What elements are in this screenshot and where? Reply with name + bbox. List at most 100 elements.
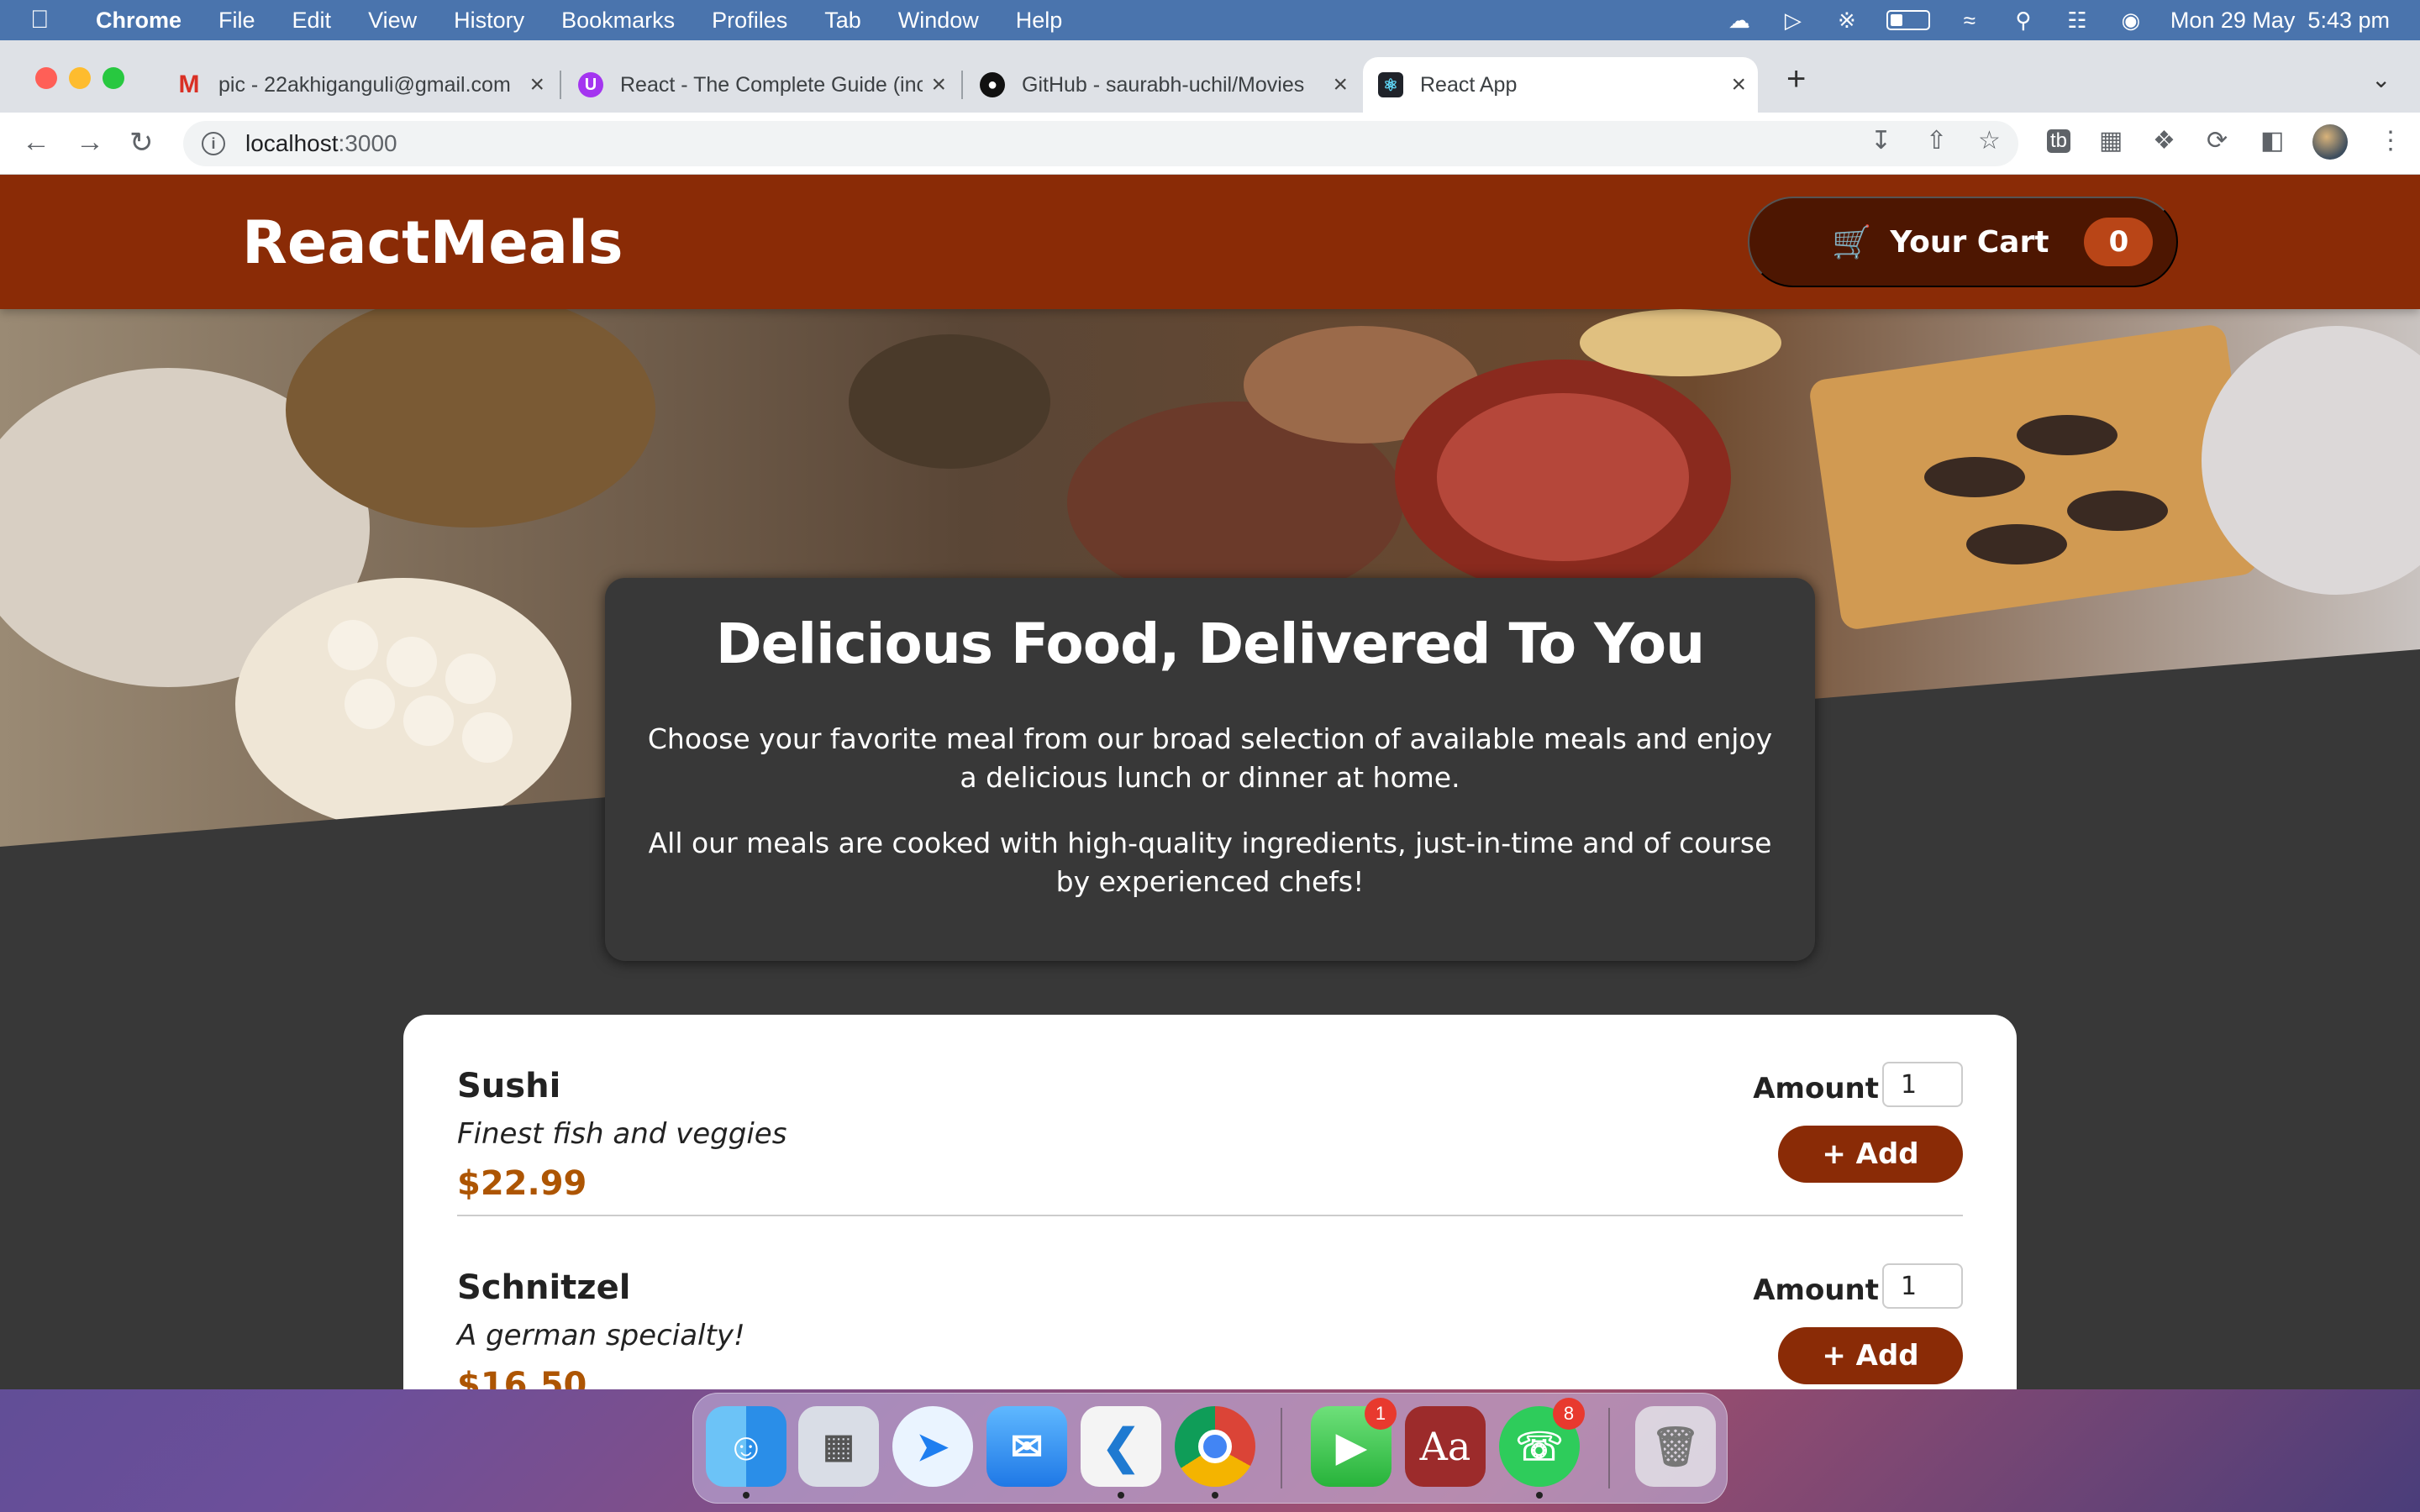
github-icon: ● [980, 72, 1005, 97]
menu-bookmarks[interactable]: Bookmarks [561, 8, 675, 34]
amount-label: Amount [1753, 1072, 1879, 1105]
tab-react-guide[interactable]: U React - The Complete Guide (incl × [563, 57, 958, 113]
wifi-icon[interactable]: ≈ [1955, 8, 1984, 33]
summary-text-1: Choose your favorite meal from our broad… [647, 722, 1773, 794]
meal-price: $22.99 [457, 1164, 587, 1203]
brand-title: ReactMeals [242, 208, 623, 277]
new-tab-button[interactable]: + [1786, 60, 1806, 98]
dock-separator [1608, 1408, 1610, 1488]
cart-count-badge: 0 [2084, 218, 2154, 266]
tab-title: GitHub - saurabh-uchil/Movies [1022, 72, 1305, 97]
menu-profiles[interactable]: Profiles [712, 8, 787, 34]
trash-icon[interactable]: 🗑 [1635, 1406, 1716, 1487]
extension-tb-icon[interactable]: tb [2047, 129, 2071, 153]
tab-title: pic - 22akhiganguli@gmail.com [218, 72, 511, 97]
add-to-cart-button[interactable]: + Add [1778, 1327, 1963, 1384]
tab-github[interactable]: ● GitHub - saurabh-uchil/Movies × [965, 57, 1360, 113]
meal-price: $16.50 [457, 1366, 587, 1389]
summary-title: Delicious Food, Delivered To You [715, 612, 1705, 676]
mail-icon[interactable]: ✉ [986, 1406, 1067, 1487]
chrome-menu-icon[interactable]: ⋮ [2378, 126, 2403, 155]
battery-icon[interactable] [1886, 10, 1930, 30]
meal-item: Sushi Finest fish and veggies $22.99 Amo… [457, 1015, 1963, 1216]
menu-history[interactable]: History [454, 8, 524, 34]
meal-description: A german specialty! [457, 1319, 745, 1352]
meals-summary: Delicious Food, Delivered To You Choose … [605, 578, 1815, 961]
minimize-window-button[interactable] [69, 67, 91, 89]
close-window-button[interactable] [35, 67, 57, 89]
close-tab-icon[interactable]: × [931, 71, 946, 99]
menu-edit[interactable]: Edit [292, 8, 332, 34]
cart-icon: 🛒 [1832, 223, 1872, 260]
amount-input[interactable] [1882, 1062, 1963, 1107]
extension-grid-icon[interactable]: ▦ [2099, 126, 2123, 155]
meal-name: Schnitzel [457, 1268, 631, 1307]
tab-separator [961, 71, 963, 99]
extension-refresh-icon[interactable]: ⟳ [2207, 126, 2228, 155]
menu-datetime[interactable]: Mon 29 May 5:43 pm [2170, 8, 2390, 34]
url-port: :3000 [338, 130, 397, 156]
site-info-icon[interactable]: i [202, 132, 225, 155]
url-host: localhost [245, 130, 339, 156]
close-tab-icon[interactable]: × [1333, 71, 1348, 99]
web-page: ReactMeals 🛒 Your Cart 0 Delicious Food,… [0, 175, 2420, 1389]
back-button[interactable]: ← [22, 126, 50, 159]
vscode-icon[interactable]: ❮ [1081, 1406, 1161, 1487]
gmail-icon: M [178, 71, 200, 98]
profile-avatar[interactable] [2312, 124, 2348, 160]
tab-separator [560, 71, 561, 99]
facetime-badge: 1 [1365, 1398, 1397, 1430]
running-indicator [743, 1492, 750, 1499]
menu-file[interactable]: File [218, 8, 255, 34]
control-center-icon[interactable]: ☷ [2063, 8, 2091, 33]
tab-search-chevron-icon[interactable]: ⌄ [2371, 66, 2391, 93]
safari-icon[interactable]: ➤ [892, 1406, 973, 1487]
amount-label: Amount [1753, 1273, 1879, 1307]
available-meals-card: Sushi Finest fish and veggies $22.99 Amo… [403, 1015, 2017, 1389]
play-icon[interactable]: ▷ [1779, 8, 1807, 33]
dock-separator [1281, 1408, 1282, 1488]
spotlight-search-icon[interactable]: ⚲ [2009, 8, 2038, 33]
apple-icon[interactable]:  [30, 6, 74, 34]
menu-app-name[interactable]: Chrome [96, 8, 182, 34]
dictionary-icon[interactable]: Aa [1405, 1406, 1486, 1487]
side-panel-icon[interactable]: ◧ [2260, 126, 2284, 155]
react-icon: ⚛ [1378, 72, 1403, 97]
add-to-cart-button[interactable]: + Add [1778, 1126, 1963, 1183]
address-bar[interactable]: i localhost:3000 [183, 121, 2018, 166]
zoom-window-button[interactable] [103, 67, 124, 89]
app-header: ReactMeals 🛒 Your Cart 0 [0, 175, 2420, 309]
share-icon[interactable]: ⇧ [1926, 126, 1947, 155]
mac-menu-bar:  Chrome File Edit View History Bookmark… [0, 0, 2420, 40]
tab-title: React - The Complete Guide (incl [620, 72, 923, 97]
reload-button[interactable]: ↻ [129, 126, 154, 160]
close-tab-icon[interactable]: × [1731, 71, 1746, 99]
forward-button[interactable]: → [76, 126, 104, 159]
tab-react-app[interactable]: ⚛ React App × [1363, 57, 1758, 113]
bookmark-star-icon[interactable]: ☆ [1978, 126, 2001, 155]
menu-tab[interactable]: Tab [824, 8, 861, 34]
chrome-icon[interactable] [1175, 1406, 1255, 1487]
extensions-puzzle-icon[interactable]: ❖ [2153, 126, 2175, 155]
cart-button[interactable]: 🛒 Your Cart 0 [1748, 197, 2178, 287]
tab-gmail[interactable]: M pic - 22akhiganguli@gmail.com × [161, 57, 556, 113]
summary-text-2: All our meals are cooked with high-quali… [648, 827, 1772, 898]
amount-input[interactable] [1882, 1263, 1963, 1309]
menu-help[interactable]: Help [1016, 8, 1063, 34]
meal-name: Sushi [457, 1067, 561, 1105]
meal-item: Schnitzel A german specialty! $16.50 Amo… [457, 1216, 1963, 1389]
cloud-icon[interactable]: ☁ [1725, 8, 1754, 33]
running-indicator [1536, 1492, 1543, 1499]
menu-view[interactable]: View [368, 8, 417, 34]
siri-icon[interactable]: ◉ [2117, 8, 2145, 33]
install-app-icon[interactable]: ↧ [1870, 126, 1891, 155]
launchpad-icon[interactable]: ▦ [798, 1406, 879, 1487]
cart-label: Your Cart [1890, 224, 2049, 260]
running-indicator [1212, 1492, 1218, 1499]
bluetooth-icon[interactable]: ※ [1833, 8, 1861, 33]
close-tab-icon[interactable]: × [529, 71, 544, 99]
menu-window[interactable]: Window [898, 8, 979, 34]
finder-icon[interactable]: ☺ [706, 1406, 786, 1487]
udemy-icon: U [578, 72, 603, 97]
meal-description: Finest fish and veggies [457, 1117, 787, 1151]
